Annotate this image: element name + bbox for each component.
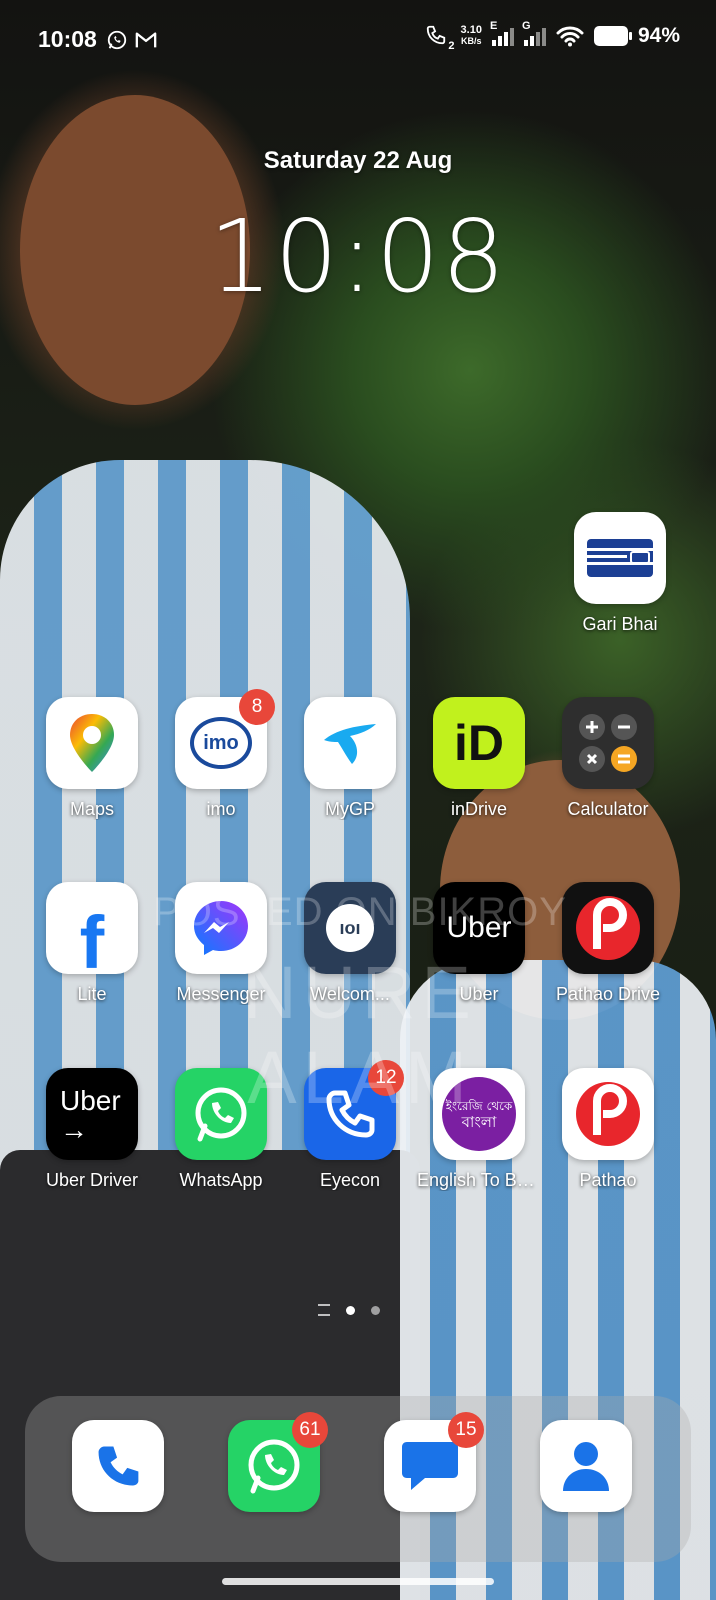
notification-badge: 15: [448, 1412, 484, 1448]
sim1-signal: E: [490, 20, 514, 46]
app-label: inDrive: [450, 799, 507, 819]
whatsapp-icon: [107, 30, 127, 50]
eyecon-icon: 12: [304, 1060, 404, 1160]
phone-call-icon: [426, 25, 445, 45]
dock-contacts[interactable]: [520, 1420, 652, 1512]
app-label: Uber: [459, 984, 499, 1004]
wifi-icon: [556, 26, 584, 47]
gesture-home-bar[interactable]: [222, 1578, 494, 1585]
imo-logo-text: imo: [190, 717, 252, 769]
battery-percent: 94%: [637, 24, 680, 47]
network-speed: 3.10 KB/s: [461, 25, 482, 47]
uber-logo-text: Uber: [446, 911, 512, 944]
dock-whatsapp[interactable]: 61: [208, 1412, 340, 1512]
app-label: Gari Bhai: [582, 614, 658, 634]
gmail-icon: [135, 32, 157, 48]
widget-date[interactable]: Saturday 22 Aug: [0, 147, 716, 175]
facebook-lite-icon: f: [46, 882, 138, 984]
widget-clock[interactable]: 10:08: [0, 198, 716, 315]
app-facebook-lite[interactable]: f Lite: [26, 882, 158, 1005]
app-label: Welcom...: [310, 984, 390, 1004]
welcome-logo-text: ıoı: [326, 904, 374, 952]
app-calculator[interactable]: Calculator: [542, 697, 674, 820]
network-speed-value: 3.10: [460, 24, 482, 36]
app-whatsapp[interactable]: WhatsApp: [155, 1068, 287, 1191]
app-pathao-drive[interactable]: Pathao Drive: [542, 882, 674, 1005]
app-label: WhatsApp: [179, 1170, 263, 1190]
page-menu-icon[interactable]: [318, 1304, 330, 1316]
sim2-type: G: [521, 20, 531, 32]
app-uber[interactable]: Uber Uber: [413, 882, 545, 1005]
etb-logo-line2: বাংলা: [461, 1113, 497, 1131]
indrive-logo-text: iD: [454, 715, 504, 771]
sim2-signal: G: [522, 20, 546, 46]
status-indicators: 2 3.10 KB/s E G 94%: [425, 20, 680, 52]
app-label: Pathao Drive: [555, 984, 661, 1004]
app-label: Messenger: [176, 984, 266, 1004]
app-label: Pathao: [579, 1170, 637, 1190]
contacts-icon: [540, 1420, 632, 1512]
indrive-icon: iD: [433, 697, 525, 789]
english-to-bangla-icon: ইংরেজি থেকে বাংলা: [433, 1068, 525, 1160]
notification-badge: 61: [292, 1412, 328, 1448]
dock: 61 15: [25, 1396, 691, 1562]
imo-icon: imo 8: [175, 689, 275, 789]
notification-badge: 8: [239, 689, 275, 725]
uber-driver-icon: Uber →: [46, 1068, 138, 1160]
uber-driver-logo-text: Uber: [60, 1085, 121, 1116]
app-gari-bhai[interactable]: Gari Bhai: [554, 512, 686, 635]
etb-logo-line1: ইংরেজি থেকে: [445, 1099, 513, 1113]
app-welcome[interactable]: ıoı Welcom...: [284, 882, 416, 1005]
app-messenger[interactable]: Messenger: [155, 882, 287, 1005]
status-time: 10:08: [38, 26, 97, 52]
app-label: Maps: [69, 799, 114, 819]
app-english-to-bangla[interactable]: ইংরেজি থেকে বাংলা English To Ba...: [413, 1068, 545, 1191]
page-dot-active[interactable]: [346, 1305, 355, 1315]
phone-icon: [72, 1420, 164, 1512]
whatsapp-icon: [175, 1068, 267, 1160]
app-eyecon[interactable]: 12 Eyecon: [284, 1060, 416, 1191]
app-imo[interactable]: imo 8 imo: [155, 689, 287, 820]
notification-badge: 12: [368, 1060, 404, 1096]
calculator-icon: [562, 697, 654, 789]
app-label: imo: [206, 799, 236, 819]
app-uber-driver[interactable]: Uber → Uber Driver: [26, 1068, 158, 1191]
status-bar: 10:08 2 3.10 KB/s E G 94%: [0, 0, 716, 80]
whatsapp-icon: 61: [228, 1412, 328, 1512]
page-dot[interactable]: [371, 1305, 380, 1315]
sim1-type: E: [489, 20, 498, 32]
app-label: Uber Driver: [45, 1170, 138, 1190]
app-pathao[interactable]: Pathao: [542, 1068, 674, 1191]
battery-icon: [593, 26, 632, 46]
dock-phone[interactable]: [52, 1420, 184, 1512]
facebook-logo-text: f: [79, 900, 105, 984]
app-label: MyGP: [324, 799, 375, 819]
network-speed-unit: KB/s: [461, 36, 482, 46]
app-label: Eyecon: [319, 1170, 381, 1190]
app-label: English To Ba...: [417, 1170, 542, 1190]
gari-bhai-icon: [574, 512, 666, 604]
app-mygp[interactable]: MyGP: [284, 697, 416, 820]
maps-icon: [46, 697, 138, 789]
page-indicator[interactable]: [318, 1304, 380, 1316]
messenger-icon: [175, 882, 267, 974]
pathao-icon: [562, 1068, 654, 1160]
welcome-icon: ıoı: [304, 882, 396, 974]
call-sim-number: 2: [448, 40, 455, 52]
uber-icon: Uber: [433, 882, 525, 974]
app-maps[interactable]: Maps: [26, 697, 158, 820]
dock-messages[interactable]: 15: [364, 1412, 496, 1512]
app-indrive[interactable]: iD inDrive: [413, 697, 545, 820]
messages-icon: 15: [384, 1412, 484, 1512]
app-label: Calculator: [567, 799, 649, 819]
call-sim-icon: 2: [425, 24, 455, 52]
pathao-drive-icon: [562, 882, 654, 974]
arrow-right-icon: →: [60, 1114, 88, 1145]
mygp-icon: [304, 697, 396, 789]
